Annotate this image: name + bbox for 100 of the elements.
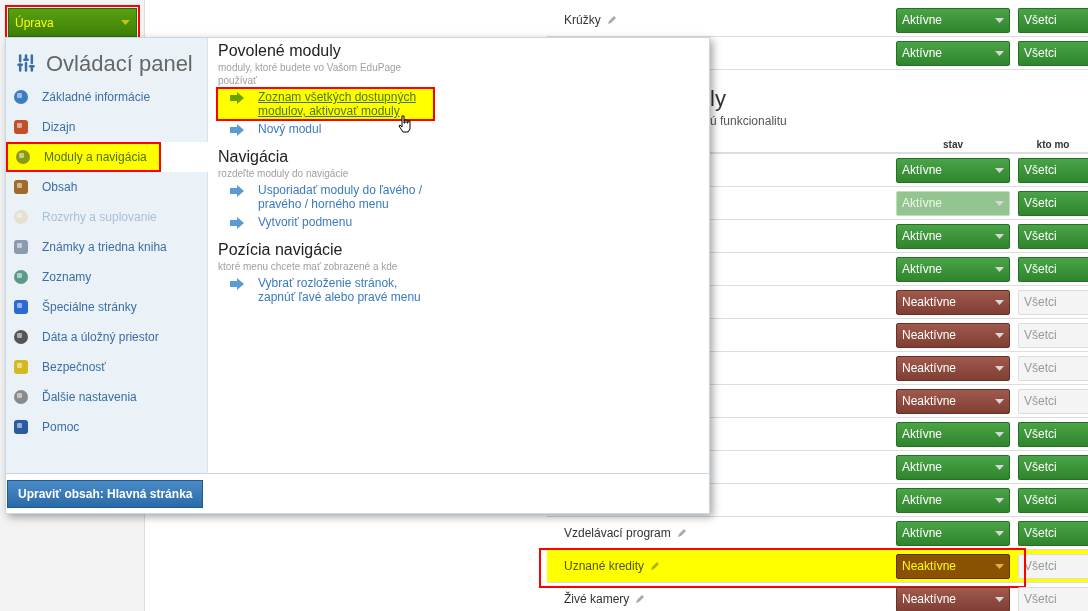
audience-dropdown[interactable]: Všetci <box>1018 454 1088 480</box>
module-icon <box>12 238 30 256</box>
pencil-icon[interactable] <box>650 561 661 571</box>
section-description: ktoré menu chcete mať zobrazené a kde <box>218 260 399 273</box>
status-dropdown[interactable]: Aktívne <box>896 256 1010 282</box>
pencil-icon[interactable] <box>635 594 646 604</box>
status-dropdown[interactable]: Aktívne <box>896 40 1010 66</box>
audience-dropdown[interactable]: Všetci <box>1018 355 1088 381</box>
audience-dropdown[interactable]: Všetci <box>1018 7 1088 33</box>
section-description: rozdeľte moduly do navigácie <box>218 167 350 180</box>
audience-dropdown[interactable]: Všetci <box>1018 421 1088 447</box>
arrow-icon <box>230 124 244 136</box>
audience-dropdown[interactable]: Všetci <box>1018 487 1088 513</box>
menu-item[interactable]: Dizajn <box>6 112 207 142</box>
caret-icon <box>995 299 1004 305</box>
audience-dropdown[interactable]: Všetci <box>1018 586 1088 611</box>
panel-title: Ovládací panel <box>46 49 193 78</box>
hand-cursor-icon <box>398 115 412 133</box>
menu-item[interactable]: Moduly a navigácia <box>6 142 161 172</box>
status-dropdown[interactable]: Aktívne <box>896 157 1010 183</box>
caret-icon <box>995 332 1004 338</box>
status-dropdown[interactable]: Aktívne <box>896 223 1010 249</box>
section-heading: Povolené moduly <box>218 41 342 61</box>
module-icon <box>12 418 30 436</box>
caret-icon <box>995 17 1004 23</box>
status-dropdown[interactable]: Aktívne <box>896 454 1010 480</box>
caret-icon <box>995 50 1004 56</box>
caret-icon <box>995 464 1004 470</box>
audience-dropdown[interactable]: Všetci <box>1018 289 1088 315</box>
module-icon <box>12 358 30 376</box>
audience-dropdown[interactable]: Všetci <box>1018 40 1088 66</box>
caret-icon <box>995 200 1004 206</box>
menu-item[interactable]: Zoznamy <box>6 262 207 292</box>
module-icon <box>12 328 30 346</box>
status-dropdown[interactable]: Neaktívne <box>896 289 1010 315</box>
caret-icon <box>995 167 1004 173</box>
caret-icon <box>995 365 1004 371</box>
caret-icon <box>995 563 1004 569</box>
status-dropdown[interactable]: Neaktívne <box>896 355 1010 381</box>
edit-content-button[interactable]: Upraviť obsah: Hlavná stránka <box>7 479 204 508</box>
pencil-icon[interactable] <box>676 528 687 538</box>
status-dropdown[interactable]: Neaktívne <box>896 553 1010 579</box>
pencil-icon[interactable] <box>606 15 617 25</box>
status-dropdown[interactable]: Aktívne <box>896 487 1010 513</box>
audience-dropdown[interactable]: Všetci <box>1018 520 1088 546</box>
caret-icon <box>995 233 1004 239</box>
module-name: Krúžky <box>564 12 601 29</box>
menu-link[interactable]: Vybrať rozloženie stránok, zapnúť ľavé alebo pravé menu <box>258 276 433 304</box>
module-icon <box>12 178 30 196</box>
menu-item[interactable]: Dáta a úložný priestor <box>6 322 207 352</box>
arrow-icon <box>230 217 244 229</box>
section-heading: Pozícia navigácie <box>218 240 344 260</box>
audience-dropdown[interactable]: Všetci <box>1018 157 1088 183</box>
menu-link[interactable]: Usporiadať moduly do ľavého / pravého / horného menu <box>258 183 433 211</box>
module-icon <box>12 388 30 406</box>
audience-dropdown[interactable]: Všetci <box>1018 388 1088 414</box>
arrow-icon <box>230 278 244 290</box>
menu-item[interactable]: Ďalšie nastavenia <box>6 382 207 412</box>
arrow-icon <box>230 185 244 197</box>
module-icon <box>12 88 30 106</box>
module-icon <box>14 148 32 166</box>
menu-item[interactable]: Základné informácie <box>6 82 207 112</box>
caret-icon <box>995 431 1004 437</box>
menu-item[interactable]: Pomoc <box>6 412 207 442</box>
column-header: stav <box>942 138 964 152</box>
menu-item[interactable]: Bezpečnosť <box>6 352 207 382</box>
module-name: Uznané kredity <box>564 558 645 575</box>
status-dropdown[interactable]: Aktívne <box>896 421 1010 447</box>
sliders-icon <box>16 53 36 73</box>
section-description: moduly, ktoré budete vo Vašom EduPage používať <box>218 61 403 87</box>
menu-item[interactable]: Obsah <box>6 172 207 202</box>
module-icon <box>12 268 30 286</box>
menu-link[interactable]: Nový modul <box>258 122 433 136</box>
audience-dropdown[interactable]: Všetci <box>1018 322 1088 348</box>
menu-item[interactable]: Známky a triedna kniha <box>6 232 207 262</box>
status-dropdown[interactable]: Aktívne <box>896 520 1010 546</box>
section-subtitle: ú funkcionalitu <box>710 113 788 130</box>
section-title: ly <box>710 86 727 112</box>
edit-menu-button[interactable]: Úprava <box>8 8 137 37</box>
module-name: Vzdelávací program <box>564 525 671 542</box>
audience-dropdown[interactable]: Všetci <box>1018 223 1088 249</box>
status-dropdown[interactable]: Neaktívne <box>896 586 1010 611</box>
status-dropdown[interactable]: Neaktívne <box>896 388 1010 414</box>
caret-icon <box>121 20 130 25</box>
menu-item[interactable]: Špeciálne stránky <box>6 292 207 322</box>
column-header: kto mo <box>1035 138 1071 152</box>
caret-icon <box>995 398 1004 404</box>
menu-link[interactable]: Vytvoriť podmenu <box>258 215 433 229</box>
module-icon <box>12 298 30 316</box>
status-dropdown[interactable]: Aktívne <box>896 7 1010 33</box>
arrow-icon <box>230 92 244 104</box>
caret-icon <box>995 596 1004 602</box>
audience-dropdown[interactable]: Všetci <box>1018 553 1088 579</box>
module-icon <box>12 208 30 226</box>
caret-icon <box>995 530 1004 536</box>
caret-icon <box>995 266 1004 272</box>
audience-dropdown[interactable]: Všetci <box>1018 256 1088 282</box>
status-dropdown[interactable]: Neaktívne <box>896 322 1010 348</box>
module-name: Živé kamery <box>564 590 630 608</box>
module-icon <box>12 118 30 136</box>
